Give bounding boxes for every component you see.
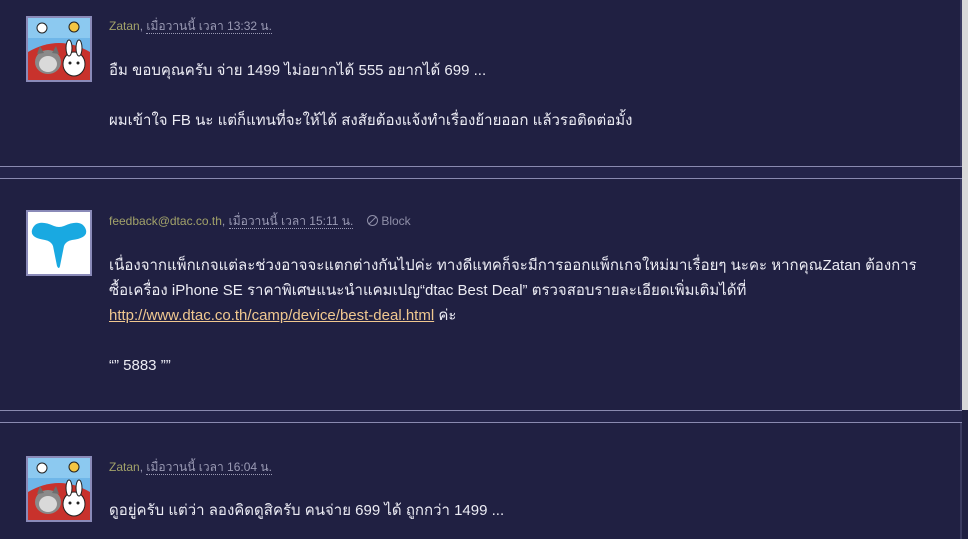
dtac-logo-icon	[28, 212, 90, 274]
block-button[interactable]: Block	[367, 214, 411, 228]
author-name[interactable]: feedback@dtac.co.th	[109, 214, 222, 228]
comment-meta: Zatan, เมื่อวานนี้ เวลา 13:32 น.	[109, 17, 272, 36]
best-deal-link[interactable]: http://www.dtac.co.th/camp/device/best-d…	[109, 307, 434, 324]
comment-date: เมื่อวานนี้ เวลา 13:32 น.	[146, 19, 272, 34]
author-name[interactable]: Zatan	[109, 460, 140, 474]
paragraph-suffix: ค่ะ	[434, 307, 457, 324]
meta-separator: ,	[221, 214, 229, 228]
comment-body: เนื่องจากแพ็กเกจแต่ละช่วงอาจจะแตกต่างกัน…	[109, 253, 924, 378]
scrollbar[interactable]	[962, 0, 968, 410]
author-name[interactable]: Zatan	[109, 19, 140, 33]
comment-paragraph: อืม ขอบคุณครับ จ่าย 1499 ไม่อยากได้ 555 …	[109, 62, 487, 79]
avatar[interactable]	[26, 456, 92, 522]
comment-date: เมื่อวานนี้ เวลา 15:11 น.	[228, 214, 354, 229]
comment-paragraph: เนื่องจากแพ็กเกจแต่ละช่วงอาจจะแตกต่างกัน…	[109, 253, 924, 328]
block-label: Block	[381, 214, 411, 228]
comment-date: เมื่อวานนี้ เวลา 16:04 น.	[146, 460, 272, 475]
comment-body: อืม ขอบคุณครับ จ่าย 1499 ไม่อยากได้ 555 …	[109, 58, 929, 133]
comment-paragraph: ผมเข้าใจ FB นะ แต่ก็แทนที่จะให้ได้ สงสัย…	[109, 112, 633, 129]
cat-avatar-icon	[28, 458, 90, 520]
comment-divider	[0, 410, 962, 423]
comment-3: Zatan, เมื่อวานนี้ เวลา 16:04 น. ดูอยู่ค…	[0, 423, 962, 539]
comment-meta: feedback@dtac.co.th, เมื่อวานนี้ เวลา 15…	[109, 212, 411, 231]
cat-avatar-icon	[28, 18, 90, 80]
comment-paragraph: ดูอยู่ครับ แต่ว่า ลองคิดดูสิครับ คนจ่าย …	[109, 502, 505, 519]
block-icon	[367, 215, 379, 226]
comment-signature: “” 5883 ””	[109, 357, 171, 374]
paragraph-text: เนื่องจากแพ็กเกจแต่ละช่วงอาจจะแตกต่างกัน…	[109, 257, 917, 299]
avatar[interactable]	[26, 16, 92, 82]
comment-2: feedback@dtac.co.th, เมื่อวานนี้ เวลา 15…	[0, 179, 962, 410]
comment-body: ดูอยู่ครับ แต่ว่า ลองคิดดูสิครับ คนจ่าย …	[109, 498, 929, 523]
comment-divider	[0, 166, 962, 179]
comment-meta: Zatan, เมื่อวานนี้ เวลา 16:04 น.	[109, 458, 272, 477]
comment-1: Zatan, เมื่อวานนี้ เวลา 13:32 น. อืม ขอบ…	[0, 0, 962, 166]
avatar[interactable]	[26, 210, 92, 276]
